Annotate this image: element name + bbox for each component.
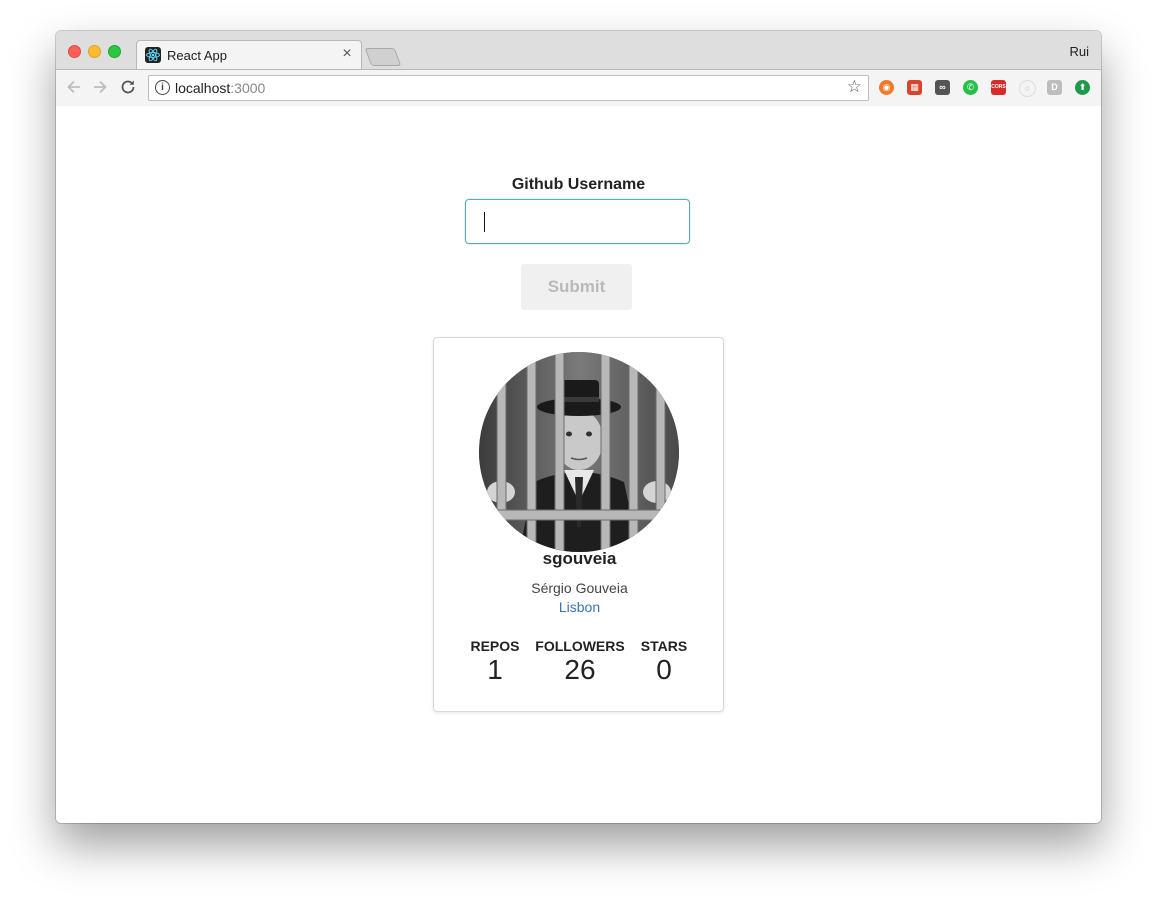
browser-window: React App × Rui i localhost:3000 ☆ ◉ ▦ ∞ ✆ C… — [56, 31, 1101, 823]
github-username-input[interactable] — [465, 199, 690, 244]
url-host: localhost — [175, 80, 231, 96]
bookmark-star-icon[interactable]: ☆ — [847, 77, 862, 97]
stat-label: STARS — [640, 638, 688, 654]
text-caret — [484, 212, 485, 232]
stat-value: 26 — [564, 654, 596, 685]
ext-mask-icon[interactable]: ∞ — [935, 80, 950, 95]
ext-orange-icon[interactable]: ◉ — [879, 80, 894, 95]
stat-value: 1 — [487, 654, 503, 685]
stat-repos: REPOS 1 — [470, 638, 520, 685]
profile-name[interactable]: Rui — [1069, 44, 1089, 59]
stat-stars: STARS 0 — [638, 638, 690, 685]
url-port: :3000 — [230, 80, 266, 96]
info-icon[interactable]: i — [155, 80, 170, 95]
title-bar: React App × Rui — [56, 31, 1101, 70]
profile-card: sgouveia Sérgio Gouveia Lisbon REPOS 1 F… — [433, 337, 724, 712]
stat-label: REPOS — [470, 638, 520, 654]
page-content: Github Username Submit sgouveia Sérgio G… — [56, 106, 1101, 823]
avatar — [479, 352, 679, 552]
browser-toolbar: i localhost:3000 ☆ ◉ ▦ ∞ ✆ CORS ○ D ⬆ — [56, 69, 1101, 107]
tab-close-icon[interactable]: × — [339, 45, 355, 63]
address-bar[interactable]: i localhost:3000 ☆ — [148, 75, 869, 101]
ext-whatsapp-icon[interactable]: ✆ — [963, 80, 978, 95]
ext-cors-icon[interactable]: CORS — [991, 80, 1006, 95]
new-tab-button[interactable] — [364, 48, 402, 66]
stat-value: 0 — [656, 654, 672, 685]
stat-followers: FOLLOWERS 26 — [534, 638, 626, 685]
url-text: localhost:3000 — [175, 80, 265, 96]
window-close-button[interactable] — [68, 45, 81, 58]
react-logo-icon — [145, 47, 161, 63]
profile-full-name: Sérgio Gouveia — [531, 580, 628, 596]
ext-red-pattern-icon[interactable]: ▦ — [907, 80, 922, 95]
window-maximize-button[interactable] — [108, 45, 121, 58]
stat-label: FOLLOWERS — [535, 638, 625, 654]
forward-arrow-icon[interactable] — [90, 77, 110, 97]
ext-green-arrow-icon[interactable]: ⬆ — [1075, 80, 1090, 95]
profile-username: sgouveia — [542, 549, 617, 568]
browser-tab-react-app[interactable]: React App × — [136, 40, 362, 70]
window-minimize-button[interactable] — [88, 45, 101, 58]
ext-d-icon[interactable]: D — [1047, 80, 1062, 95]
github-username-label: Github Username — [511, 176, 646, 193]
tab-title: React App — [167, 48, 227, 63]
profile-location-link[interactable]: Lisbon — [434, 599, 725, 615]
submit-button[interactable]: Submit — [521, 264, 632, 310]
reload-icon[interactable] — [118, 77, 138, 97]
ext-gray-circle-icon[interactable]: ○ — [1019, 80, 1036, 97]
back-arrow-icon[interactable] — [64, 77, 84, 97]
